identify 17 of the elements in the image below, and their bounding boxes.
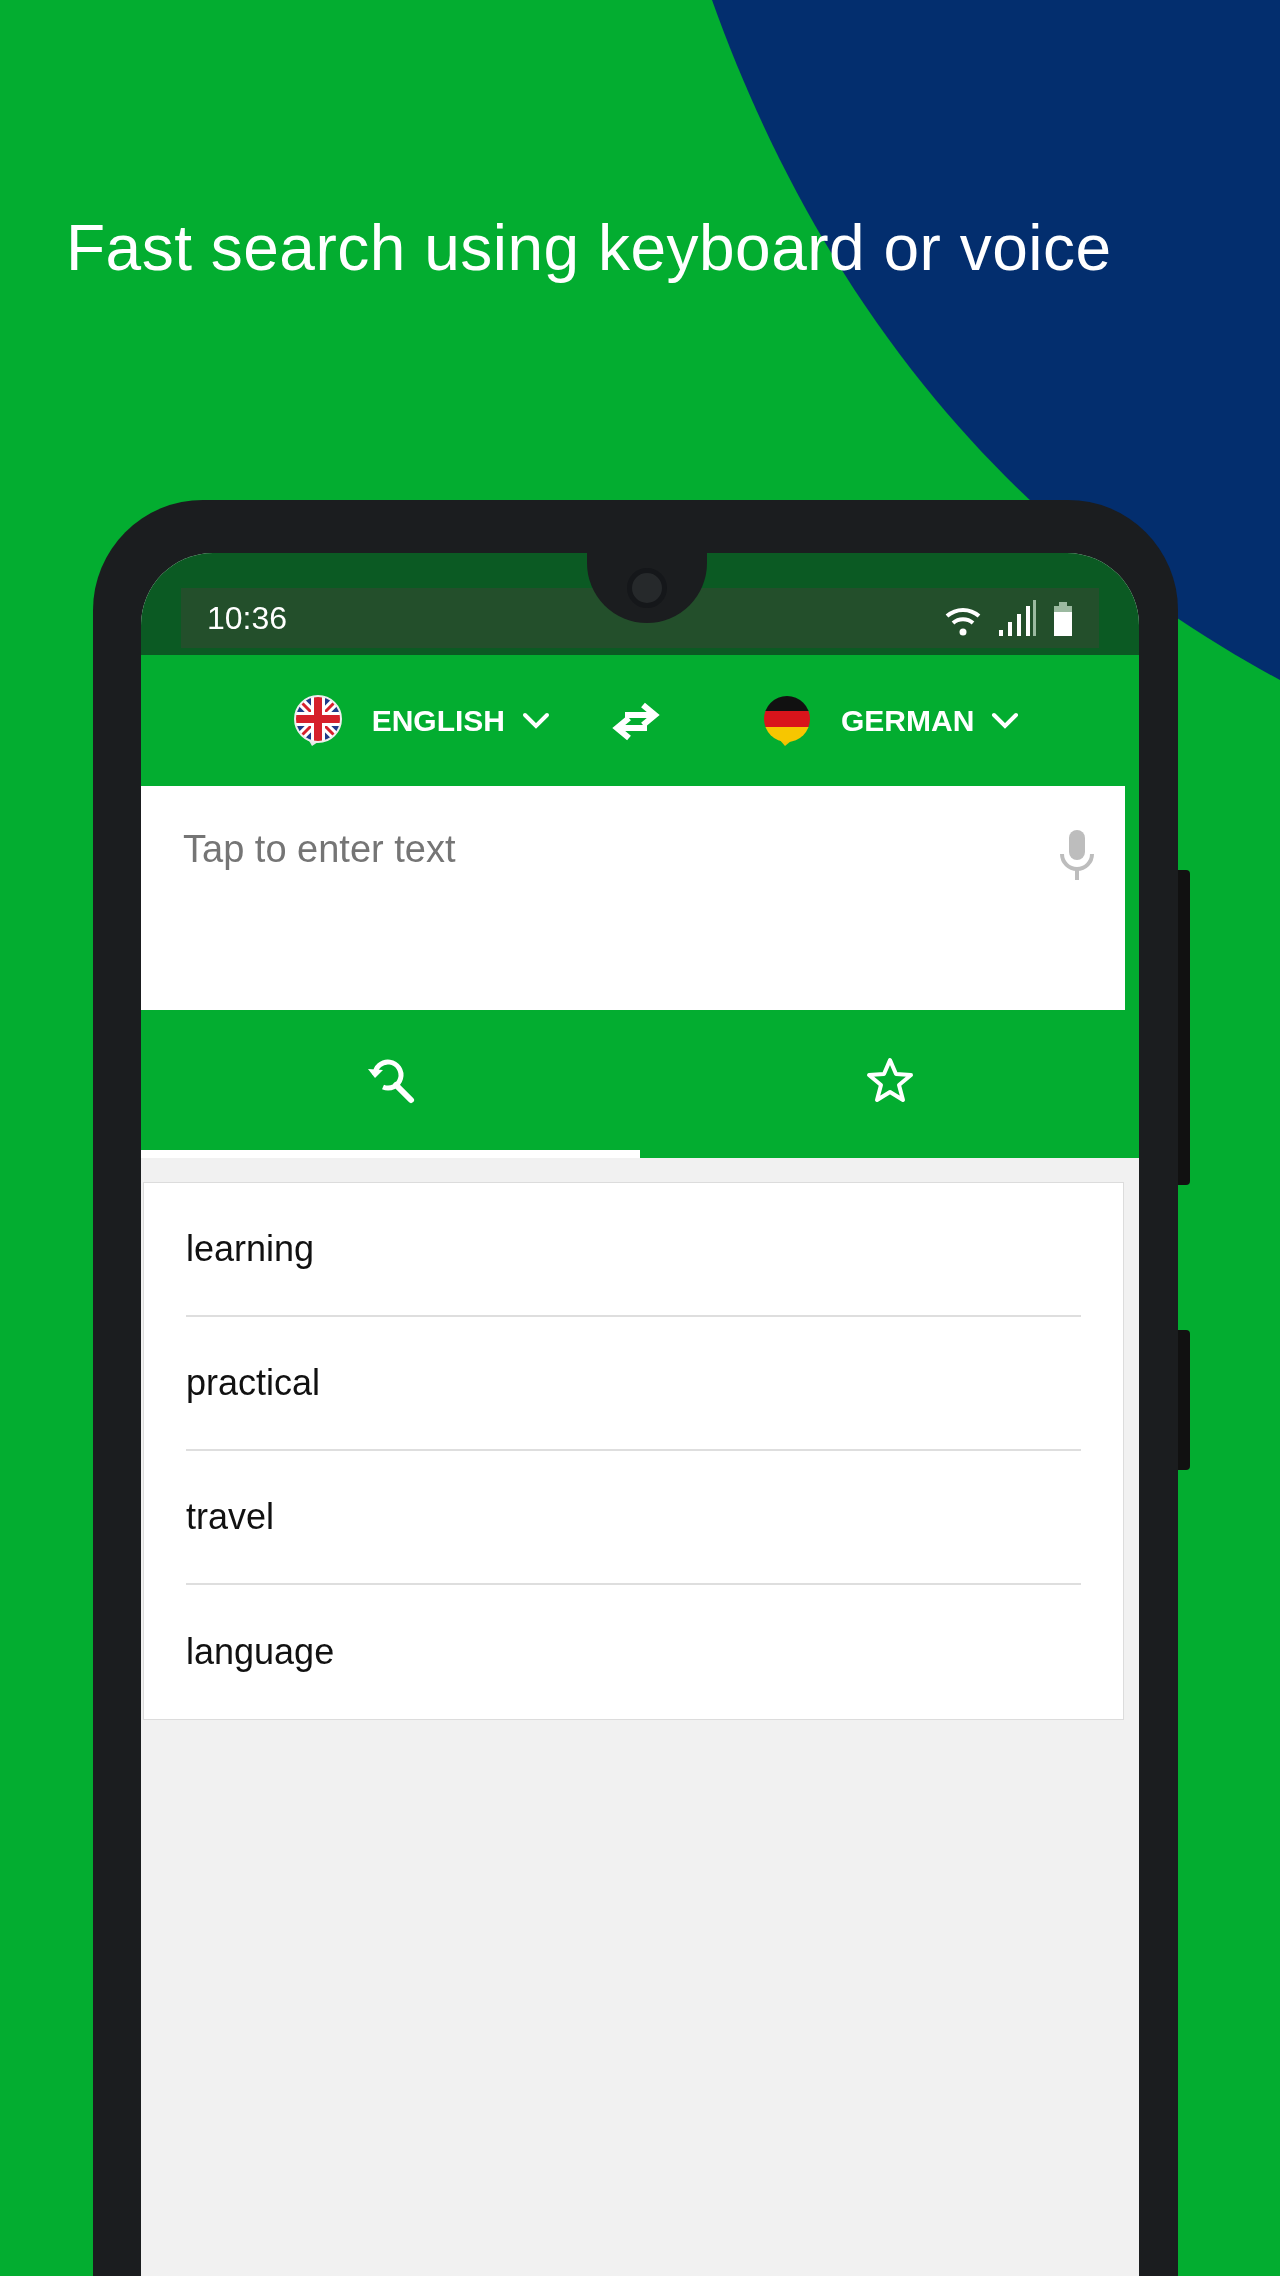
result-item[interactable]: practical <box>186 1356 321 1410</box>
result-item[interactable]: travel <box>186 1490 275 1544</box>
result-item[interactable]: learning <box>186 1222 315 1276</box>
microphone-icon <box>1059 830 1095 882</box>
flag-icon <box>293 694 342 747</box>
text-input-area[interactable]: Tap to enter text <box>141 786 1125 1010</box>
wifi-icon <box>945 606 981 636</box>
headline: Fast search using keyboard or voice <box>66 211 1113 286</box>
result-item[interactable]: language <box>186 1625 335 1679</box>
text-input[interactable]: Tap to enter text <box>183 824 1059 874</box>
status-time: 10:36 <box>207 599 288 638</box>
flag-icon <box>763 694 811 747</box>
signal-icon <box>997 600 1037 636</box>
battery-icon <box>1053 602 1073 636</box>
chevron-down-icon <box>990 710 1021 731</box>
star-icon <box>864 1056 915 1104</box>
chevron-down-icon <box>521 710 551 731</box>
